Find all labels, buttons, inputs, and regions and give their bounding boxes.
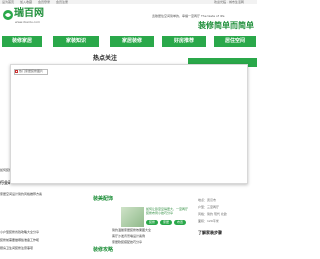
lane-thumbnail[interactable] [121,207,144,227]
nav-item-space[interactable]: 居住空间 [214,36,256,47]
add-favorite-link[interactable]: 加入收藏 [20,0,32,4]
left-list-item[interactable]: 小户型装修省钱攻略大全分享 [0,230,90,234]
set-homepage-link[interactable]: 设为首页 [2,0,14,4]
lane-bottom-title: 装修攻略 [93,247,114,253]
info-line: 户型：三室两厅 [198,205,220,209]
logo-icon[interactable] [2,9,14,21]
nav-item-decor[interactable]: 装修家居 [2,36,42,47]
left-peek-line[interactable]: 如何装修一室一厅让居住空间更宽敞舒适 [0,168,10,172]
left-list-item[interactable]: 装修前需要做哪些准备工作呢 [0,238,90,242]
left-list-item[interactable]: 厨房卫生间装修注意事项 [0,246,90,250]
nav-item-renovation[interactable]: 家居装修 [110,36,154,47]
site-logo-url: www.rbaidu.com [15,20,41,24]
left-list-item[interactable]: 家居空间设计简约风格推荐方案 [0,192,90,196]
broken-image-icon [15,70,18,73]
nav-item-knowledge[interactable]: 家装知识 [53,36,99,47]
tag-pill[interactable]: 装修 [146,220,158,225]
info-line: 面积：120平米 [198,219,219,223]
right-section-title: 了解家装步骤 [198,230,222,235]
tag-pill[interactable]: 家居 [160,220,172,225]
top-right-text: 欢迎光临 · 城市生活网 [214,0,244,4]
site-logo-text[interactable]: 瑞百网 [14,8,44,20]
info-line: 风格：简约 现代 北欧 [198,212,227,216]
nav-item-housing[interactable]: 好房推荐 [162,36,206,47]
left-section-title: 行业动态 [0,180,10,185]
info-line: 地点：武汉市 [198,198,217,202]
header-slogan-main: 装修简单而简单 [198,21,254,30]
hot-focus-panel [10,64,248,184]
lane-list-item[interactable]: 客厅沙发背景墙设计案例 [112,234,192,238]
hot-focus-title: 热点关注 [92,55,117,62]
lane-tile-text[interactable]: 如何让卧室显得更大，一室两厅装修布局小技巧分享 [146,207,190,215]
lane-title: 装美配饰 [93,196,114,202]
register-link[interactable]: 会员注册 [56,0,68,4]
broken-image-alt: 热门家居装修图片 [19,69,44,73]
login-link[interactable]: 会员登录 [38,0,50,4]
lane-list-item[interactable]: 家居软装搭配技巧分享 [112,240,192,244]
lane-list-item[interactable]: 简约温馨家居装修效果图大全 [112,228,192,232]
tag-pill[interactable]: 布置 [174,220,186,225]
header-slogan-sub: 宽敞居住空间简单的，幸福一室两厅 The taste of life [152,14,225,18]
